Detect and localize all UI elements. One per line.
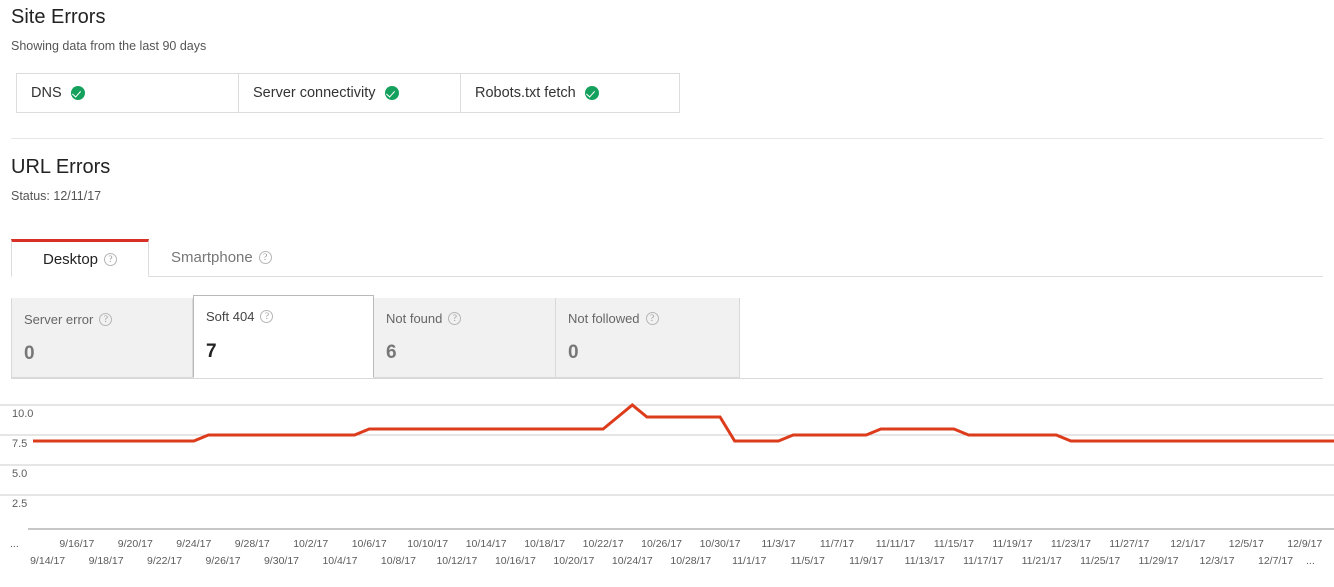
chart-x-tick-label: 10/10/17 (407, 538, 448, 550)
section-divider (11, 138, 1323, 139)
url-errors-status: Status: 12/11/17 (11, 189, 102, 203)
chart-x-tick-label: 12/1/17 (1170, 538, 1205, 550)
help-icon[interactable]: ? (258, 251, 272, 264)
chart-x-tick-label: 9/14/17 (30, 555, 65, 567)
chart-x-tick-label: 11/9/17 (849, 555, 883, 567)
chart-y-tick-label: 5.0 (12, 468, 27, 480)
chart-x-tick-label: 12/5/17 (1229, 538, 1264, 550)
card-server-error[interactable]: Server error ? 0 (11, 298, 193, 378)
card-not-found-label: Not found (386, 311, 443, 326)
chart-x-tick-label: 10/28/17 (670, 555, 711, 567)
chart-x-tick-label: 11/1/17 (732, 555, 766, 567)
tab-smartphone[interactable]: Smartphone ? (149, 239, 294, 276)
chart-x-tick-label: 9/30/17 (264, 555, 299, 567)
card-not-followed[interactable]: Not followed ? 0 (556, 298, 740, 378)
chart-x-tick-label: 10/18/17 (524, 538, 565, 550)
chart-leading-ellipsis: ... (10, 538, 19, 550)
card-soft-404[interactable]: Soft 404 ? 7 (193, 295, 374, 378)
help-icon[interactable]: ? (260, 310, 274, 323)
card-server-error-head: Server error ? (24, 312, 192, 327)
tab-desktop[interactable]: Desktop ? (11, 239, 149, 277)
chart-x-tick-label: 11/21/17 (1022, 555, 1062, 567)
site-errors-subtitle: Showing data from the last 90 days (11, 39, 207, 53)
help-icon[interactable]: ? (645, 312, 659, 325)
chart-x-tick-label: 11/7/17 (820, 538, 854, 550)
error-trend-chart[interactable]: 10.0 7.5 5.0 2.5...... 9/14/17 9/18/17 9/22/17… (0, 392, 1334, 587)
card-not-found[interactable]: Not found ? 6 (374, 298, 556, 378)
status-label-dns: DNS (31, 85, 62, 101)
chart-x-tick-label: 10/4/17 (322, 555, 357, 567)
site-errors-status-table: DNS Server connectivity Robots.txt fetch (16, 73, 680, 113)
chart-x-tick-label: 11/27/17 (1109, 538, 1149, 550)
card-soft-404-head: Soft 404 ? (206, 309, 373, 324)
chart-x-tick-label: 9/16/17 (59, 538, 94, 550)
chart-y-tick-label: 7.5 (12, 438, 27, 450)
cards-underline (11, 378, 1323, 379)
card-soft-404-label: Soft 404 (206, 309, 255, 324)
chart-x-tick-label: 12/9/17 (1287, 538, 1322, 550)
site-errors-title: Site Errors (11, 6, 106, 28)
check-circle-icon (384, 86, 399, 100)
card-not-followed-label: Not followed (568, 311, 640, 326)
chart-x-tick-label: 11/13/17 (905, 555, 945, 567)
chart-x-tick-label: 10/24/17 (612, 555, 653, 567)
chart-x-tick-label: 11/11/17 (876, 538, 915, 550)
chart-trailing-ellipsis: ... (1306, 555, 1315, 567)
chart-x-tick-label: 10/6/17 (352, 538, 387, 550)
tab-smartphone-label: Smartphone (171, 249, 253, 266)
chart-x-tick-label: 9/28/17 (235, 538, 270, 550)
chart-x-tick-label: 11/29/17 (1139, 555, 1179, 567)
help-icon[interactable]: ? (99, 313, 113, 326)
status-cell-server-connectivity[interactable]: Server connectivity (239, 74, 461, 112)
help-icon[interactable]: ? (104, 252, 118, 266)
card-not-followed-value: 0 (568, 342, 579, 363)
chart-y-tick-label: 10.0 (12, 408, 33, 420)
chart-x-tick-label: 9/24/17 (176, 538, 211, 550)
chart-x-tick-label: 11/15/17 (934, 538, 974, 550)
url-errors-tabs: Desktop ? Smartphone ? (11, 239, 1323, 277)
chart-x-tick-label: 11/23/17 (1051, 538, 1091, 550)
chart-x-tick-label: 11/5/17 (791, 555, 825, 567)
card-server-error-label: Server error (24, 312, 94, 327)
card-soft-404-value: 7 (206, 341, 217, 362)
status-label-robots-txt-fetch: Robots.txt fetch (475, 85, 576, 101)
error-type-cards: Server error ? 0 Soft 404 ? 7 Not found … (11, 295, 740, 378)
chart-x-tick-label: 9/20/17 (118, 538, 153, 550)
chart-x-tick-label: 10/8/17 (381, 555, 416, 567)
chart-x-tick-label: 10/2/17 (293, 538, 328, 550)
status-label-server-connectivity: Server connectivity (253, 85, 376, 101)
status-cell-dns[interactable]: DNS (17, 74, 239, 112)
check-circle-icon (584, 86, 599, 100)
card-not-followed-head: Not followed ? (568, 311, 739, 326)
error-trend-chart-svg: 10.0 7.5 5.0 2.5...... 9/14/17 9/18/17 9/22/17… (0, 403, 1334, 567)
chart-x-tick-label: 9/18/17 (89, 555, 124, 567)
chart-x-tick-label: 11/17/17 (963, 555, 1003, 567)
chart-x-tick-label: 11/19/17 (992, 538, 1032, 550)
chart-x-tick-label: 9/26/17 (206, 555, 241, 567)
chart-y-tick-label: 2.5 (12, 498, 27, 510)
chart-x-tick-label: 10/30/17 (700, 538, 741, 550)
status-cell-robots-txt-fetch[interactable]: Robots.txt fetch (461, 74, 679, 112)
card-not-found-head: Not found ? (386, 311, 555, 326)
chart-x-tick-label: 10/22/17 (583, 538, 624, 550)
chart-x-tick-label: 9/22/17 (147, 555, 182, 567)
chart-series-line (33, 403, 1334, 443)
url-errors-title: URL Errors (11, 156, 111, 178)
chart-x-tick-label: 10/14/17 (466, 538, 507, 550)
tab-desktop-label: Desktop (42, 250, 99, 268)
help-icon[interactable]: ? (448, 312, 462, 325)
check-circle-icon (70, 86, 85, 100)
chart-x-tick-label: 10/12/17 (436, 555, 477, 567)
chart-x-tick-label: 10/16/17 (495, 555, 536, 567)
card-server-error-value: 0 (24, 343, 35, 364)
chart-x-tick-label: 10/26/17 (641, 538, 682, 550)
chart-x-tick-label: 12/7/17 (1258, 555, 1293, 567)
chart-x-tick-label: 10/20/17 (553, 555, 594, 567)
card-not-found-value: 6 (386, 342, 397, 363)
chart-x-tick-label: 11/25/17 (1080, 555, 1120, 567)
chart-x-tick-label: 11/3/17 (761, 538, 795, 550)
chart-x-tick-label: 12/3/17 (1200, 555, 1235, 567)
